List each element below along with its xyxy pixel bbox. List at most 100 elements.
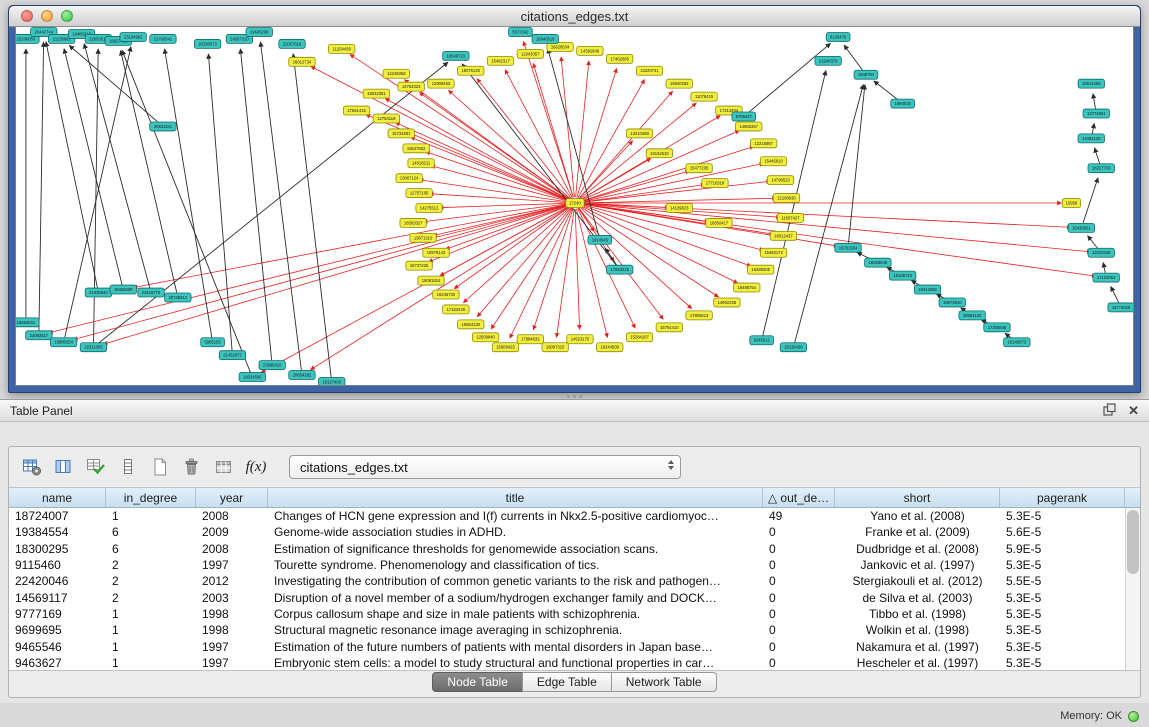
network-node[interactable]: 16850417 bbox=[706, 218, 732, 227]
network-node[interactable]: 10979143 bbox=[423, 248, 449, 257]
network-node[interactable]: 18250649 bbox=[865, 258, 891, 267]
network-node[interactable]: 23418775 bbox=[138, 288, 164, 297]
network-node[interactable]: 16774028 bbox=[1108, 303, 1133, 312]
network-node[interactable]: 18964125 bbox=[959, 311, 985, 320]
network-node[interactable]: 18075126 bbox=[458, 66, 484, 75]
network-node[interactable]: 13220741 bbox=[636, 66, 662, 75]
network-node[interactable]: 12108630 bbox=[773, 194, 799, 203]
network-table-selector[interactable]: citations_edges.txt bbox=[289, 455, 681, 479]
network-node[interactable]: 21760541 bbox=[150, 34, 176, 43]
network-node[interactable]: 14275512 bbox=[416, 204, 442, 213]
network-node[interactable]: 11943057 bbox=[517, 49, 543, 58]
network-node[interactable]: 14391648 bbox=[577, 46, 603, 55]
network-node[interactable]: 11078415 bbox=[691, 92, 717, 101]
network-node[interactable]: 14796523 bbox=[767, 176, 793, 185]
network-node[interactable]: 18091824 bbox=[418, 276, 444, 285]
network-node[interactable]: 16438951 bbox=[1068, 223, 1094, 232]
network-node[interactable]: 14850357 bbox=[736, 122, 762, 131]
table-row[interactable]: 1938455462009Genome-wide association stu… bbox=[9, 524, 1125, 540]
network-node[interactable]: 16245730 bbox=[433, 290, 459, 299]
network-window[interactable]: citations_edges.txt 17240112544391601273… bbox=[8, 5, 1141, 393]
network-node[interactable]: 14139823 bbox=[666, 204, 692, 213]
network-node[interactable]: 8799437 bbox=[732, 112, 756, 121]
network-node[interactable]: 18227703 bbox=[1088, 164, 1114, 173]
network-node[interactable]: 20654182 bbox=[289, 371, 315, 380]
network-node[interactable]: 13210468 bbox=[626, 129, 652, 138]
network-node[interactable]: 17305846 bbox=[984, 323, 1010, 332]
network-node[interactable]: 22057816 bbox=[279, 39, 305, 48]
network-node[interactable]: 12010345 bbox=[1088, 248, 1114, 257]
network-node[interactable]: 15482317 bbox=[487, 56, 513, 65]
import-table-button[interactable] bbox=[211, 454, 237, 480]
network-node[interactable]: 23104982 bbox=[120, 32, 146, 41]
network-node[interactable]: 17581415 bbox=[343, 106, 369, 115]
network-node[interactable]: 14618211 bbox=[408, 159, 434, 168]
network-node[interactable]: 1948794 bbox=[854, 70, 878, 79]
scrollbar-thumb[interactable] bbox=[1127, 510, 1139, 574]
table-row[interactable]: 2242004622012Investigating the contribut… bbox=[9, 573, 1125, 589]
table-row[interactable]: 946362711997Embryonic stem cells: a mode… bbox=[9, 655, 1125, 671]
function-builder-button[interactable]: f(x) bbox=[243, 454, 269, 480]
network-node[interactable]: 20531161 bbox=[150, 122, 176, 131]
table-row[interactable]: 1456911722003Disruption of a novel membe… bbox=[9, 589, 1125, 605]
network-node[interactable]: 17103054 bbox=[1093, 273, 1119, 282]
table-row[interactable]: 1872400712008Changes of HCN gene express… bbox=[9, 508, 1125, 524]
network-node[interactable]: 16554139 bbox=[458, 320, 484, 329]
network-node[interactable]: 21452873 bbox=[219, 351, 245, 360]
network-node[interactable]: 15958 bbox=[1062, 199, 1080, 208]
network-node[interactable]: 18042091 bbox=[363, 89, 389, 98]
tab-node-table[interactable]: Node Table bbox=[432, 672, 523, 692]
select-rows-button[interactable] bbox=[83, 454, 109, 480]
network-node[interactable]: 18302027 bbox=[400, 218, 426, 227]
network-node[interactable]: 19645208 bbox=[246, 27, 272, 36]
new-table-button[interactable] bbox=[147, 454, 173, 480]
network-node[interactable]: 14452130 bbox=[1078, 134, 1104, 143]
network-node[interactable]: 19325608 bbox=[110, 285, 136, 294]
network-node[interactable]: 20746312 bbox=[165, 293, 191, 302]
network-node[interactable]: 16940263 bbox=[666, 79, 692, 88]
network-node[interactable]: 20118436 bbox=[780, 343, 806, 352]
network-node[interactable]: 17805613 bbox=[686, 311, 712, 320]
close-window-button[interactable] bbox=[21, 10, 33, 22]
column-header-pagerank[interactable]: pagerank bbox=[1000, 488, 1125, 507]
network-node[interactable]: 15477205 bbox=[686, 164, 712, 173]
network-node[interactable]: 15284107 bbox=[626, 333, 652, 342]
column-header-out_degree[interactable]: △ out_de… bbox=[763, 488, 835, 507]
network-node[interactable]: 16791584 bbox=[835, 243, 861, 252]
network-node[interactable]: 16547902 bbox=[403, 144, 429, 153]
table-row[interactable]: 1830029562008Estimation of significance … bbox=[9, 541, 1125, 557]
network-node[interactable]: 12774651 bbox=[1083, 109, 1109, 118]
network-node[interactable]: 17884632 bbox=[517, 335, 543, 344]
network-node[interactable]: 16754410 bbox=[656, 323, 682, 332]
delete-table-button[interactable] bbox=[179, 454, 205, 480]
column-header-year[interactable]: year bbox=[196, 488, 268, 507]
column-header-in_degree[interactable]: in_degree bbox=[106, 488, 196, 507]
network-node[interactable]: 5572342 bbox=[509, 27, 533, 36]
network-node[interactable]: 24092517 bbox=[26, 331, 52, 340]
network-node[interactable]: 14902238 bbox=[714, 298, 740, 307]
column-header-short[interactable]: short bbox=[835, 488, 1000, 507]
network-node[interactable]: 18034596 bbox=[239, 373, 265, 382]
network-node[interactable]: 17716318 bbox=[702, 179, 728, 188]
network-node[interactable]: 16640519 bbox=[532, 34, 558, 43]
network-node[interactable]: 19412058 bbox=[914, 285, 940, 294]
network-node[interactable]: 12757105 bbox=[406, 189, 432, 198]
network-node[interactable]: 16873910 bbox=[939, 298, 965, 307]
network-node[interactable]: 17152440 bbox=[443, 305, 469, 314]
tab-network-table[interactable]: Network Table bbox=[611, 672, 717, 692]
network-node[interactable]: 14754323 bbox=[398, 82, 424, 91]
network-node[interactable]: 12754118 bbox=[373, 114, 399, 123]
network-node[interactable]: 1694019 bbox=[891, 99, 915, 108]
network-node[interactable]: 18548723 bbox=[443, 51, 469, 60]
network-node[interactable]: 16489205 bbox=[747, 265, 773, 274]
network-node[interactable]: 15913408 bbox=[1078, 79, 1104, 88]
network-node[interactable]: 19127403 bbox=[319, 378, 345, 385]
network-window-titlebar[interactable]: citations_edges.txt bbox=[9, 6, 1140, 27]
network-node[interactable]: 16012437 bbox=[770, 231, 796, 240]
network-node[interactable]: 11607427 bbox=[777, 213, 803, 222]
network-node[interactable]: 14523170 bbox=[567, 335, 593, 344]
network-graph[interactable]: 1724011254439160127341224605814754323180… bbox=[16, 27, 1133, 385]
network-node[interactable]: 18244509 bbox=[597, 343, 623, 352]
network-node[interactable]: 15734281 bbox=[388, 129, 414, 138]
table-row[interactable]: 969969511998Structural magnetic resonanc… bbox=[9, 622, 1125, 638]
